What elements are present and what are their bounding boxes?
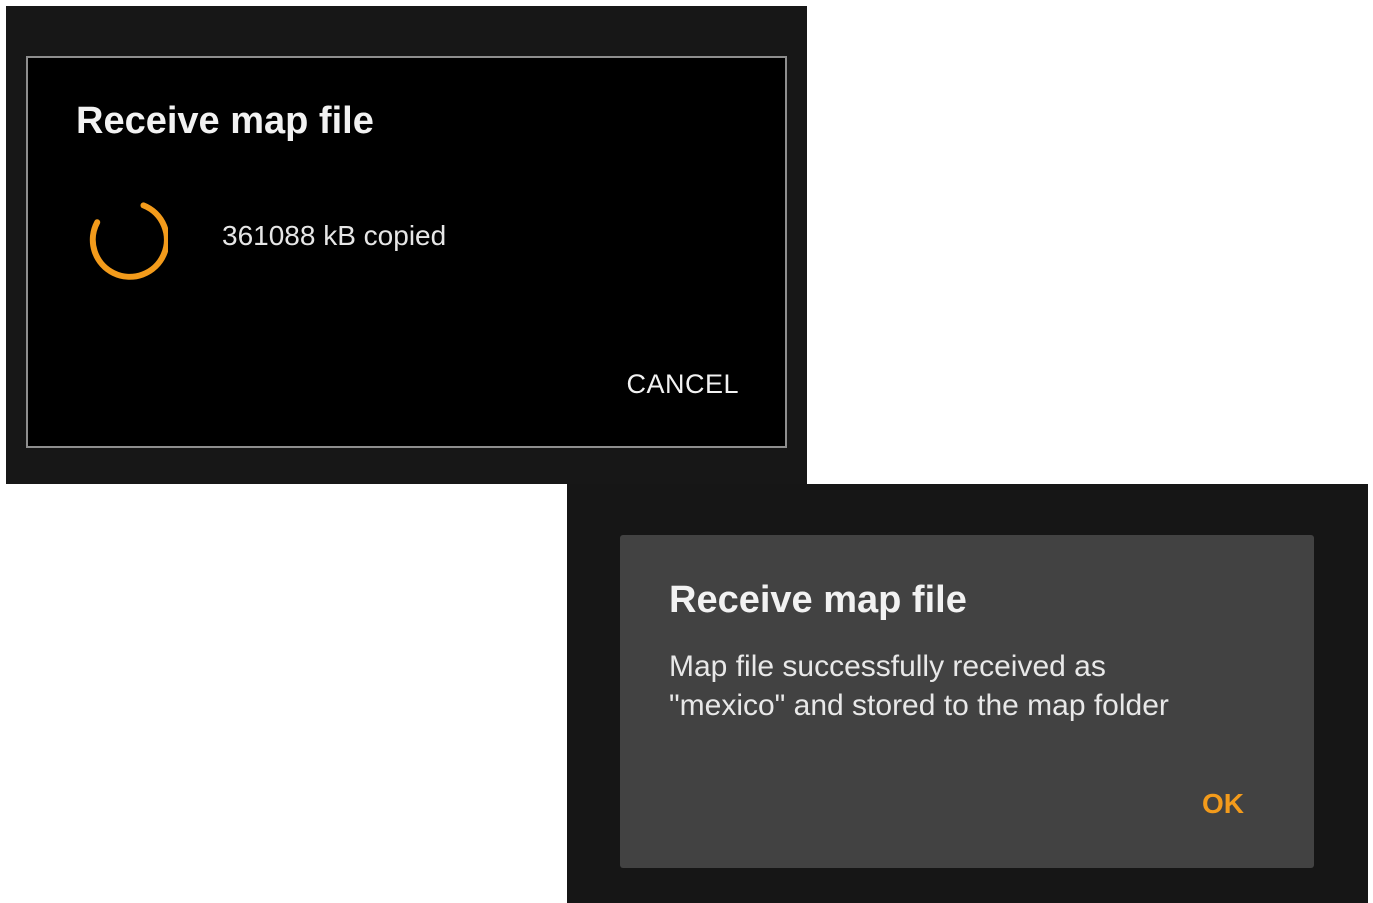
progress-screenshot: Receive map file 361088 kB copied CANCEL: [6, 6, 807, 484]
progress-status-text: 361088 kB copied: [222, 220, 447, 251]
result-dialog: Receive map file Map file successfully r…: [620, 535, 1314, 868]
cancel-button[interactable]: CANCEL: [626, 369, 739, 400]
result-screenshot: Receive map file Map file successfully r…: [567, 484, 1368, 903]
dialog-message-line: "mexico" and stored to the map folder: [669, 689, 1169, 722]
dialog-message-line: Map file successfully received as: [669, 650, 1106, 683]
ok-button[interactable]: OK: [1202, 788, 1244, 820]
dialog-message: Map file successfully received as "mexic…: [669, 647, 1279, 725]
dialog-title: Receive map file: [76, 100, 374, 142]
progress-spinner-icon: [89, 202, 168, 280]
dialog-title: Receive map file: [669, 579, 967, 621]
progress-dialog: Receive map file 361088 kB copied CANCEL: [26, 56, 787, 448]
